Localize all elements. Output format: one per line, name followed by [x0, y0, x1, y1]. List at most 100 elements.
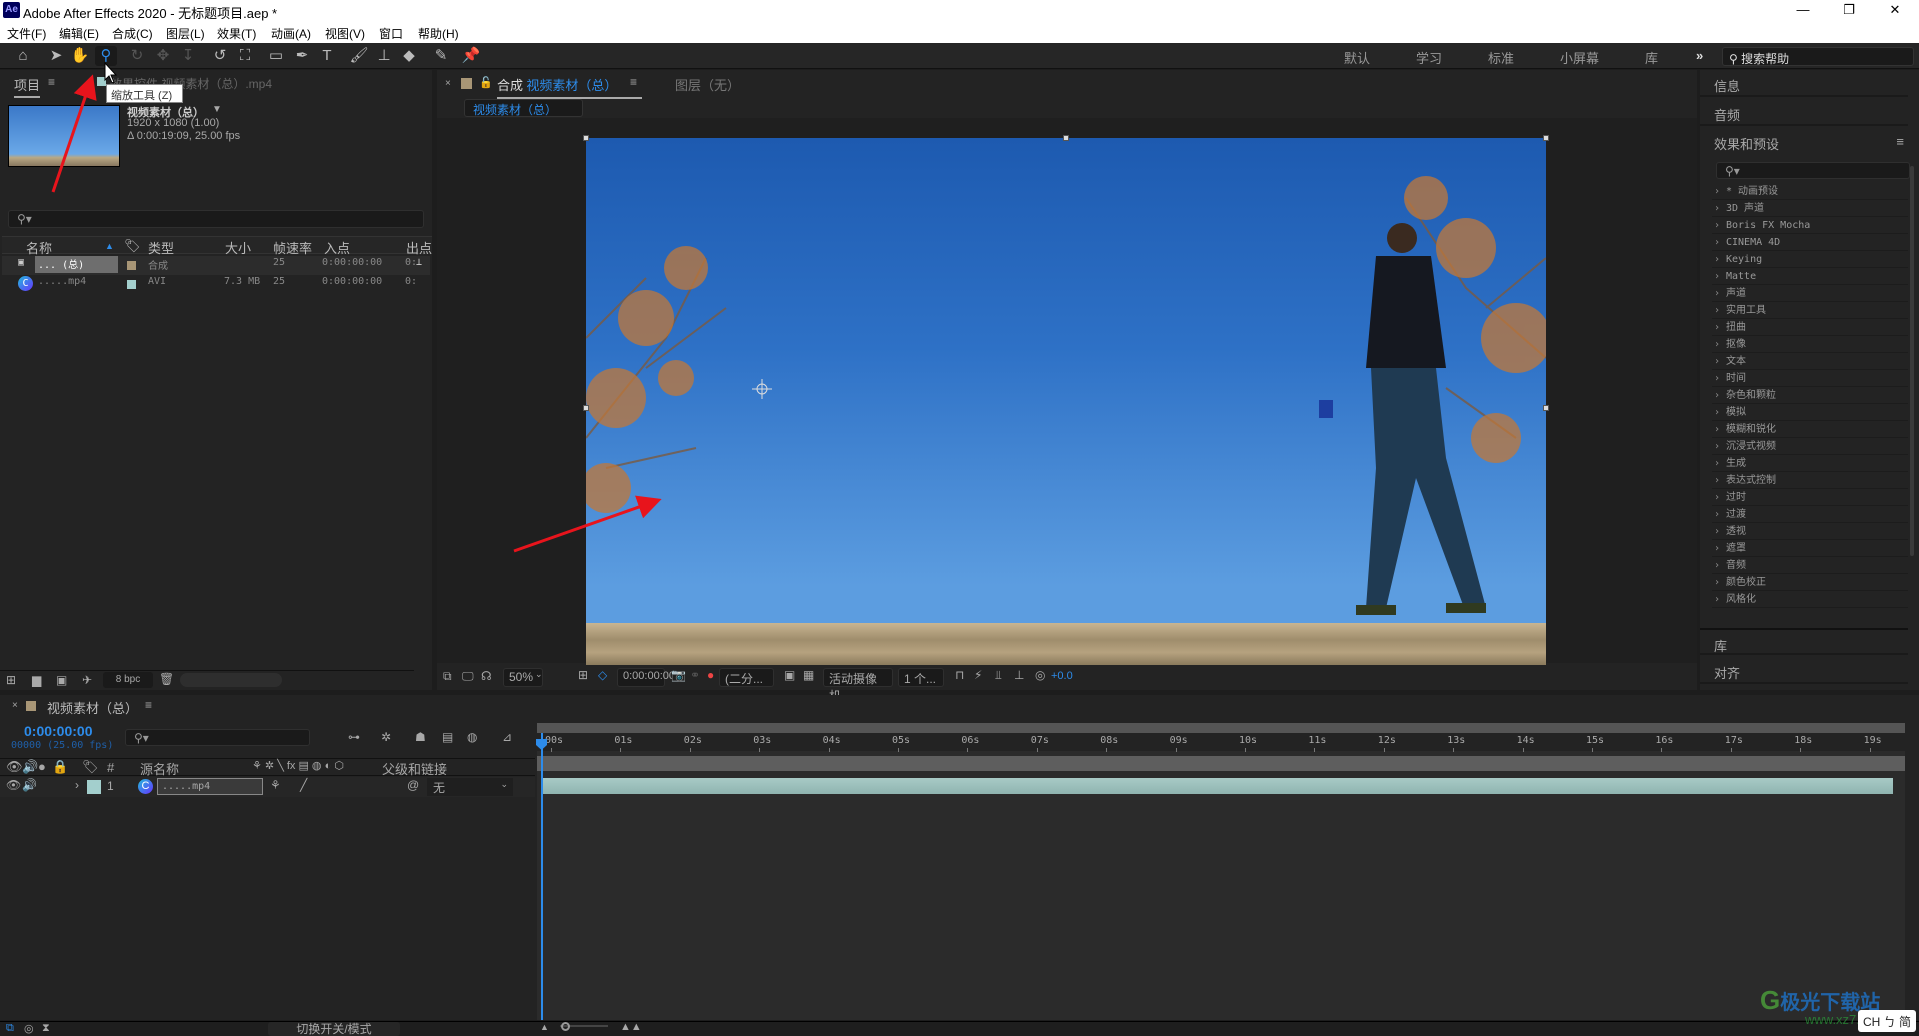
workspace-library[interactable]: 库 — [1645, 48, 1658, 67]
toggle-switches-modes-button[interactable]: 切换开关/模式 — [268, 1022, 400, 1036]
solo-icon[interactable]: ● — [38, 759, 46, 774]
rotate-icon[interactable]: ↺ — [209, 46, 231, 66]
expand-chevron-icon[interactable]: › — [75, 778, 79, 792]
column-size[interactable]: 大小 — [225, 238, 251, 257]
roto-icon[interactable]: ✎ — [430, 46, 452, 66]
transform-handle[interactable] — [583, 135, 589, 141]
effect-category[interactable]: Keying — [1712, 252, 1908, 268]
draft-3d-icon[interactable]: ✲ — [381, 730, 391, 744]
effects-presets-header[interactable]: 效果和预设 ≡ — [1700, 128, 1908, 155]
menu-help[interactable]: 帮助(H) — [418, 25, 459, 42]
close-button[interactable]: ✕ — [1872, 0, 1918, 21]
audio-toggle-icon[interactable]: 🔊 — [22, 778, 37, 792]
menu-effect[interactable]: 效果(T) — [217, 25, 256, 42]
column-out-point[interactable]: 出点 — [406, 238, 432, 257]
effect-category[interactable]: Boris FX Mocha — [1712, 218, 1908, 234]
new-composition-icon[interactable]: ▣ — [56, 673, 67, 687]
resolution-select[interactable]: (二分... — [719, 668, 774, 687]
layer-row[interactable]: 👁 🔊 › 1 C .....mp4 ⚘ ╱ @ 无 ⌄ — [0, 777, 535, 797]
effect-category[interactable]: 沉浸式视频 — [1712, 439, 1908, 455]
interpret-footage-icon[interactable]: ⊞ — [6, 673, 16, 687]
dolly-icon[interactable]: ↧ — [177, 46, 199, 66]
project-row[interactable]: C .....mp4 AVI 7.3 MB 25 0:00:00:00 0: — [2, 275, 430, 294]
effect-category[interactable]: 抠像 — [1712, 337, 1908, 353]
frame-blending-icon[interactable]: ▤ — [442, 730, 453, 744]
zoom-in-icon[interactable]: ▲▲ — [620, 1021, 642, 1033]
label-color-swatch[interactable] — [127, 261, 136, 270]
in-out-icon[interactable]: ⧗ — [42, 1022, 50, 1035]
info-panel-header[interactable]: 信息 — [1700, 70, 1908, 97]
zoom-slider-handle[interactable] — [561, 1022, 570, 1031]
pen-icon[interactable]: ✒ — [291, 46, 313, 66]
panel-menu-icon[interactable]: ≡ — [1896, 134, 1904, 149]
dropdown-arrow-icon[interactable]: ▼ — [212, 104, 222, 115]
maximize-button[interactable]: ❐ — [1826, 0, 1872, 21]
region-of-interest-icon[interactable]: ◇ — [598, 668, 607, 682]
tab-timeline-comp[interactable]: 视频素材（总） — [47, 698, 138, 717]
shy-switch-icon[interactable]: ⚘ — [270, 778, 281, 792]
eraser-icon[interactable]: ◆ — [398, 46, 420, 66]
close-tab-icon[interactable]: × — [445, 78, 451, 89]
label-tag-icon[interactable]: 🏷 — [82, 759, 99, 775]
monitor-icon[interactable]: 🖵 — [462, 669, 474, 684]
anchor-icon[interactable]: ⛶ — [234, 46, 256, 66]
column-name[interactable]: 名称 — [26, 238, 52, 257]
selection-icon[interactable]: ➤ — [45, 46, 67, 66]
project-search-input[interactable]: ⚲▾ — [8, 210, 424, 228]
transform-handle[interactable] — [1543, 135, 1549, 141]
menu-animation[interactable]: 动画(A) — [271, 25, 311, 42]
tab-composition[interactable]: 合成 视频素材（总） — [497, 75, 642, 99]
show-snapshot-icon[interactable]: ⚭ — [690, 668, 700, 682]
playhead[interactable] — [541, 733, 543, 1020]
workspace-default[interactable]: 默认 — [1344, 48, 1370, 67]
effect-category[interactable]: 文本 — [1712, 354, 1908, 370]
ime-indicator[interactable]: CH ㄅ 简 — [1858, 1010, 1916, 1032]
shy-layers-icon[interactable]: ☗ — [415, 730, 426, 744]
timeline-search-input[interactable]: ⚲▾ — [125, 729, 310, 746]
effect-category[interactable]: 风格化 — [1712, 592, 1908, 608]
transform-handle[interactable] — [583, 405, 589, 411]
video-toggle-icon[interactable]: 👁 — [6, 759, 23, 775]
layer-switches-icon[interactable]: ⧉ — [6, 1022, 14, 1035]
hand-icon[interactable]: ✋ — [69, 46, 91, 66]
sort-ascending-icon[interactable]: ▲ — [105, 241, 114, 251]
rectangle-icon[interactable]: ▭ — [265, 46, 287, 66]
flowchart-icon[interactable]: ⊥ — [416, 257, 422, 268]
puppet-icon[interactable]: 📌 — [460, 46, 482, 66]
composition-mini-flowchart-icon[interactable]: ⊶ — [348, 730, 360, 744]
menu-layer[interactable]: 图层(L) — [166, 25, 205, 42]
column-source-name[interactable]: 源名称 — [140, 759, 179, 778]
effect-category[interactable]: 扭曲 — [1712, 320, 1908, 336]
tab-layer[interactable]: 图层（无） — [675, 75, 740, 94]
comp-breadcrumb[interactable]: 视频素材（总） — [464, 99, 583, 117]
item-name[interactable]: .....mp4 — [38, 276, 86, 287]
mask-visibility-icon[interactable]: ☊ — [481, 669, 492, 683]
workspace-learn[interactable]: 学习 — [1416, 48, 1442, 67]
work-area-bar[interactable] — [537, 723, 1905, 733]
exposure-value[interactable]: +0.0 — [1051, 670, 1073, 682]
panel-menu-icon[interactable]: ≡ — [145, 698, 152, 712]
label-color-swatch[interactable] — [127, 280, 136, 289]
delete-icon[interactable]: 🗑 — [159, 672, 174, 686]
effect-category[interactable]: 模拟 — [1712, 405, 1908, 421]
menu-view[interactable]: 视图(V) — [325, 25, 365, 42]
snapshot-icon[interactable]: 📷 — [671, 668, 686, 682]
current-time-display[interactable]: 0:00:00:00 — [617, 668, 675, 687]
project-scrollbar[interactable] — [180, 673, 282, 687]
layer-color-swatch[interactable] — [87, 780, 101, 794]
effects-scrollbar[interactable] — [1910, 166, 1914, 556]
effect-category[interactable]: 遮罩 — [1712, 541, 1908, 557]
panel-menu-icon[interactable]: ≡ — [48, 75, 55, 89]
layer-duration-bar[interactable] — [543, 778, 1893, 794]
menu-window[interactable]: 窗口 — [379, 25, 403, 42]
pan-icon[interactable]: ✥ — [152, 46, 174, 66]
views-select[interactable]: 1 个... — [898, 668, 944, 687]
transfer-controls-icon[interactable]: ◎ — [24, 1022, 34, 1035]
item-name[interactable]: ... (总) — [35, 256, 118, 273]
grid-guides-icon[interactable]: ⊞ — [578, 668, 588, 682]
effect-category[interactable]: 声道 — [1712, 286, 1908, 302]
lock-icon[interactable]: 🔒 — [52, 759, 68, 775]
menu-file[interactable]: 文件(F) — [7, 25, 46, 42]
minimize-button[interactable]: — — [1780, 0, 1826, 21]
column-parent[interactable]: 父级和链接 — [382, 759, 447, 778]
